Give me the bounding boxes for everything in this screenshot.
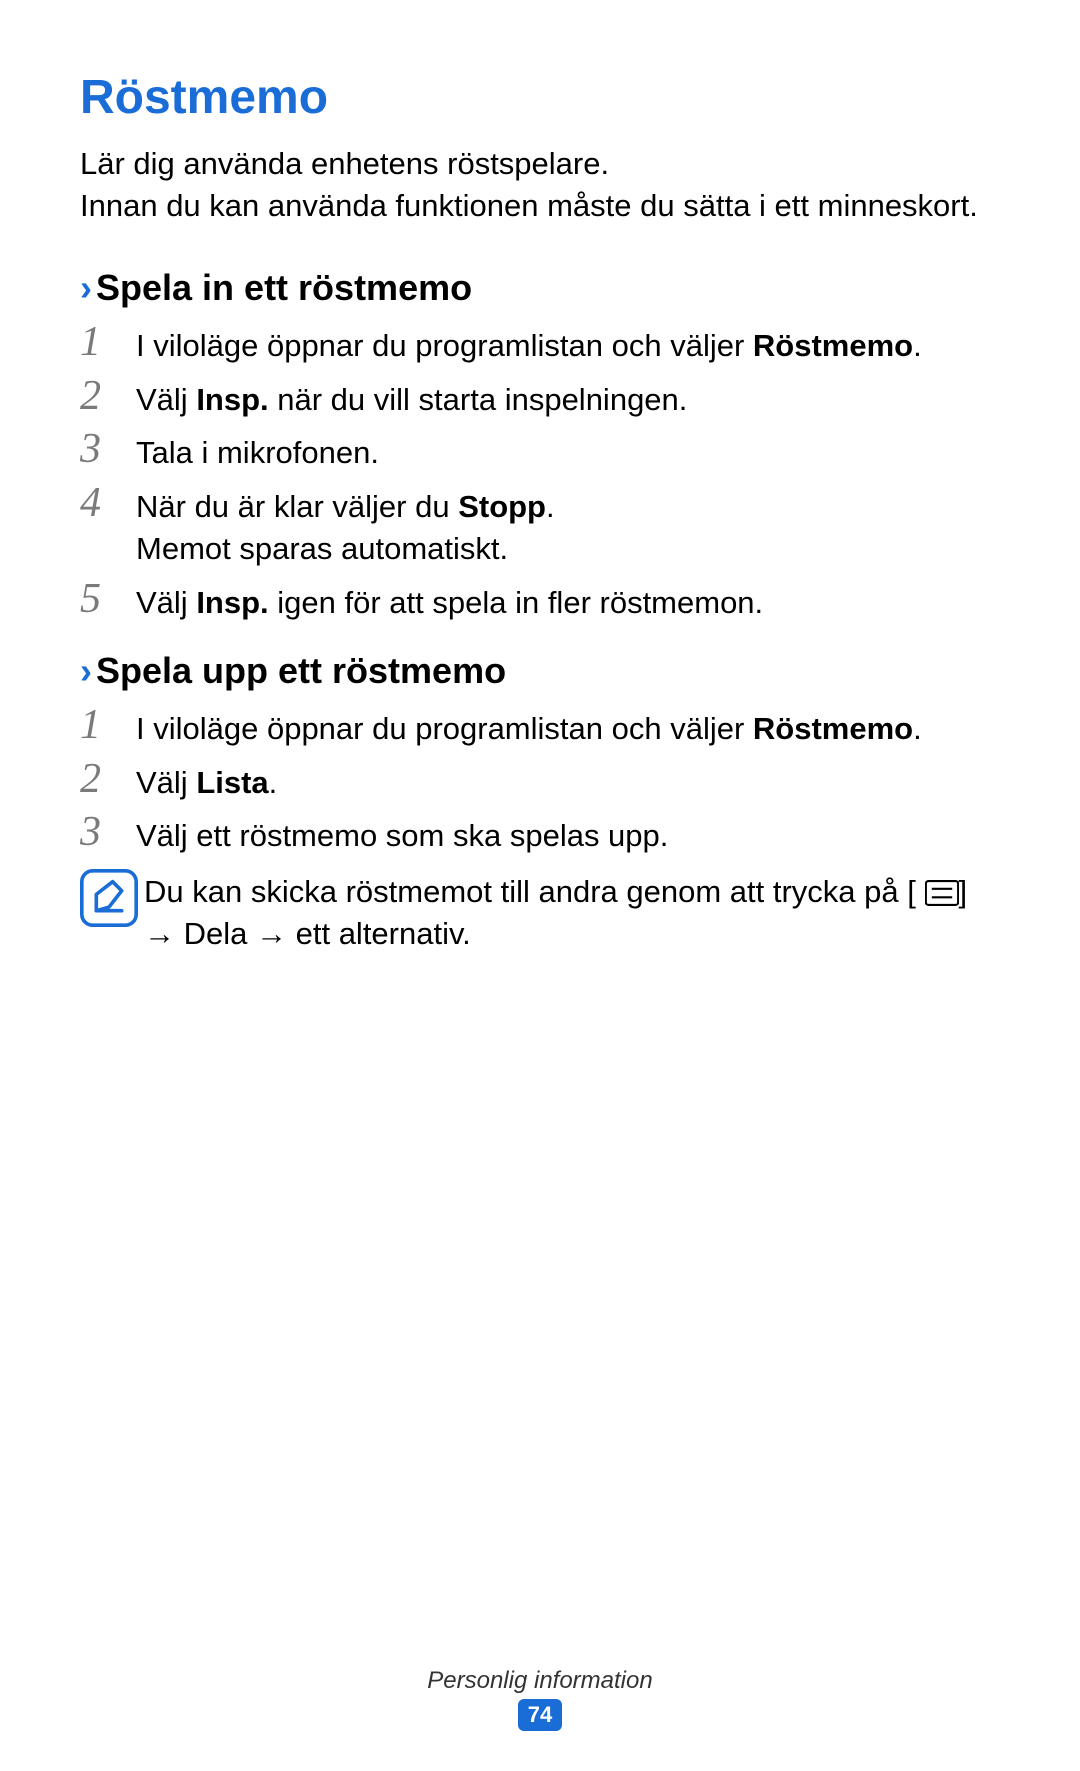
step-list: 1I viloläge öppnar du programlistan och … bbox=[80, 702, 1000, 858]
note-text: Du kan skicka röstmemot till andra genom… bbox=[144, 869, 1000, 955]
step-text: Tala i mikrofonen. bbox=[136, 426, 379, 474]
step-text: I viloläge öppnar du programlistan och v… bbox=[136, 702, 922, 750]
menu-icon bbox=[916, 874, 959, 909]
step-text: Välj ett röstmemo som ska spelas upp. bbox=[136, 809, 668, 857]
page-number: 74 bbox=[518, 1699, 562, 1731]
page-footer: Personlig information 74 bbox=[0, 1667, 1080, 1731]
section-heading: ›Spela in ett röstmemo bbox=[80, 267, 1000, 309]
step-text: När du är klar väljer du Stopp.Memot spa… bbox=[136, 480, 555, 570]
step-item: 1I viloläge öppnar du programlistan och … bbox=[80, 702, 1000, 750]
step-number: 1 bbox=[80, 319, 136, 363]
section-heading: ›Spela upp ett röstmemo bbox=[80, 650, 1000, 692]
note: Du kan skicka röstmemot till andra genom… bbox=[80, 869, 1000, 955]
step-number: 5 bbox=[80, 576, 136, 620]
step-item: 5Välj Insp. igen för att spela in fler r… bbox=[80, 576, 1000, 624]
page-title: Röstmemo bbox=[80, 70, 1000, 125]
chevron-icon: › bbox=[80, 650, 92, 692]
step-item: 2Välj Lista. bbox=[80, 756, 1000, 804]
footer-label: Personlig information bbox=[0, 1667, 1080, 1695]
section: ›Spela upp ett röstmemo 1I viloläge öppna… bbox=[80, 650, 1000, 955]
step-text: Välj Insp. igen för att spela in fler rö… bbox=[136, 576, 763, 624]
note-icon bbox=[80, 869, 138, 927]
section: ›Spela in ett röstmemo 1I viloläge öppnar… bbox=[80, 267, 1000, 624]
step-list: 1I viloläge öppnar du programlistan och … bbox=[80, 319, 1000, 624]
step-number: 4 bbox=[80, 480, 136, 524]
step-item: 2Välj Insp. när du vill starta inspelnin… bbox=[80, 373, 1000, 421]
step-number: 2 bbox=[80, 756, 136, 800]
step-number: 3 bbox=[80, 809, 136, 853]
step-item: 3Välj ett röstmemo som ska spelas upp. bbox=[80, 809, 1000, 857]
step-number: 2 bbox=[80, 373, 136, 417]
manual-page: Röstmemo Lär dig använda enhetens röstsp… bbox=[0, 0, 1080, 955]
lead-paragraph: Lär dig använda enhetens röstspelare.Inn… bbox=[80, 143, 1000, 227]
step-number: 1 bbox=[80, 702, 136, 746]
step-number: 3 bbox=[80, 426, 136, 470]
step-text: Välj Lista. bbox=[136, 756, 277, 804]
step-text: Välj Insp. när du vill starta inspelning… bbox=[136, 373, 687, 421]
section-title-text: Spela upp ett röstmemo bbox=[96, 650, 506, 692]
step-item: 4När du är klar väljer du Stopp.Memot sp… bbox=[80, 480, 1000, 570]
step-item: 1I viloläge öppnar du programlistan och … bbox=[80, 319, 1000, 367]
section-title-text: Spela in ett röstmemo bbox=[96, 267, 472, 309]
step-item: 3Tala i mikrofonen. bbox=[80, 426, 1000, 474]
step-text: I viloläge öppnar du programlistan och v… bbox=[136, 319, 922, 367]
chevron-icon: › bbox=[80, 267, 92, 309]
